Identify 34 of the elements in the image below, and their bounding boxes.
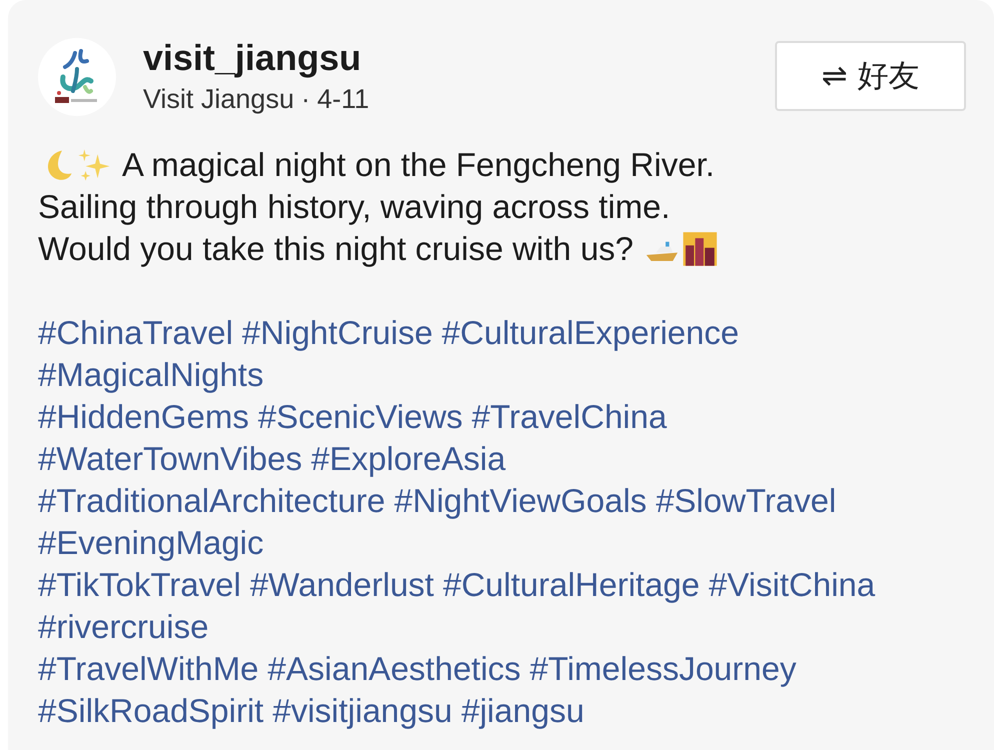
hashtag-link[interactable]: #AsianAesthetics xyxy=(268,648,521,690)
hashtag-link[interactable]: #TimelessJourney xyxy=(530,648,796,690)
display-name: Visit Jiangsu xyxy=(143,83,294,116)
city-at-dusk-icon xyxy=(682,231,718,267)
hashtag-link[interactable]: #ExploreAsia xyxy=(311,438,506,480)
post-date: 4-11 xyxy=(317,83,370,116)
hashtag-link[interactable]: #VisitChina xyxy=(708,564,876,606)
hashtag-link[interactable]: #TravelChina xyxy=(472,396,667,438)
hashtag-link[interactable]: #ScenicViews xyxy=(258,396,463,438)
hashtag-link[interactable]: #SlowTravel xyxy=(656,480,836,522)
hashtag-link[interactable]: #TraditionalArchitecture xyxy=(38,480,386,522)
sparkles-icon xyxy=(76,147,112,183)
friends-button[interactable]: ⇌ 好友 xyxy=(775,41,966,111)
hashtag-link[interactable]: #NightViewGoals xyxy=(394,480,647,522)
hashtag-link[interactable]: #Wanderlust xyxy=(250,564,434,606)
hashtag-link[interactable]: #EveningMagic xyxy=(38,522,264,564)
hashtag-link[interactable]: #SilkRoadSpirit xyxy=(38,690,264,732)
hashtag-link[interactable]: #CulturalHeritage xyxy=(442,564,700,606)
username[interactable]: visit_jiangsu xyxy=(143,38,775,78)
caption-text: Sailing through history, waving across time. xyxy=(38,187,670,227)
caption-text: A magical night on the Fengcheng River. xyxy=(122,145,715,185)
hashtag-link[interactable]: #TikTokTravel xyxy=(38,564,241,606)
hashtag-link[interactable]: #CulturalExperience xyxy=(442,312,739,354)
hashtag-link[interactable]: #jiangsu xyxy=(461,690,584,732)
hashtag-link[interactable]: #HiddenGems xyxy=(38,396,249,438)
hashtag-link[interactable]: #rivercruise xyxy=(38,606,209,648)
hashtag-link[interactable]: #MagicalNights xyxy=(38,354,264,396)
hashtag-link[interactable]: #TravelWithMe xyxy=(38,648,259,690)
caption-text: Would you take this night cruise with us? xyxy=(38,229,634,269)
hashtag-link[interactable]: #ChinaTravel xyxy=(38,312,234,354)
hashtag-link[interactable]: #NightCruise xyxy=(242,312,433,354)
hashtag-link[interactable]: #WaterTownVibes xyxy=(38,438,302,480)
hashtag-link[interactable]: #visitjiangsu xyxy=(272,690,452,732)
separator: · xyxy=(301,83,310,116)
